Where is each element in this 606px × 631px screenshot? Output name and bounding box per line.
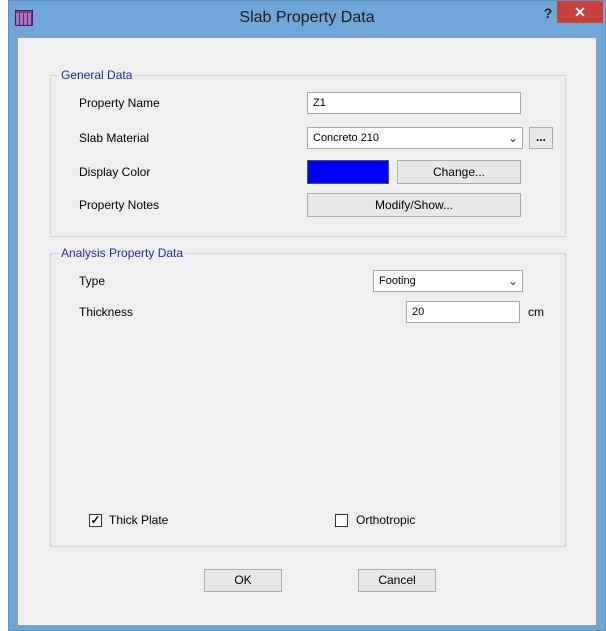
change-color-button[interactable]: Change...	[397, 160, 521, 184]
help-button[interactable]: ?	[537, 3, 559, 25]
ok-button[interactable]: OK	[204, 569, 282, 592]
modify-show-button[interactable]: Modify/Show...	[307, 193, 521, 217]
close-button[interactable]: ✕	[557, 1, 603, 23]
slab-material-value: Concreto 210	[313, 132, 380, 144]
analysis-property-title: Analysis Property Data	[59, 246, 186, 260]
chevron-down-icon: ⌄	[507, 131, 518, 145]
thick-plate-label: Thick Plate	[109, 513, 169, 527]
orthotropic-checkbox[interactable]	[335, 514, 348, 527]
checkmark-icon: ✓	[90, 513, 101, 527]
close-icon: ✕	[574, 4, 586, 20]
orthotropic-label: Orthotropic	[356, 513, 416, 527]
dialog-window: Slab Property Data ? ✕ General Data Prop…	[8, 0, 606, 631]
display-color-label: Display Color	[79, 165, 151, 179]
general-data-group: General Data Property Name Z1 Slab Mater…	[50, 68, 566, 237]
type-label: Type	[79, 274, 106, 288]
thickness-input[interactable]: 20	[406, 301, 520, 323]
display-color-swatch[interactable]	[307, 160, 389, 184]
type-select[interactable]: Footing ⌄	[373, 270, 523, 292]
cancel-button[interactable]: Cancel	[358, 569, 436, 592]
type-value: Footing	[379, 275, 416, 287]
thickness-label: Thickness	[79, 305, 134, 319]
chevron-down-icon: ⌄	[507, 274, 518, 288]
general-data-title: General Data	[59, 68, 135, 82]
slab-material-label: Slab Material	[79, 131, 150, 145]
property-name-label: Property Name	[79, 96, 160, 110]
slab-material-select[interactable]: Concreto 210 ⌄	[307, 127, 523, 149]
property-notes-label: Property Notes	[79, 198, 160, 212]
window-title: Slab Property Data	[239, 9, 375, 26]
thickness-unit: cm	[528, 305, 544, 319]
analysis-property-group: Analysis Property Data Type Footing ⌄ Th…	[50, 246, 566, 547]
thick-plate-checkbox[interactable]: ✓	[89, 514, 102, 527]
slab-material-browse-button[interactable]: ...	[529, 127, 553, 149]
property-name-input[interactable]: Z1	[307, 92, 521, 114]
dialog-client-area: General Data Property Name Z1 Slab Mater…	[17, 37, 597, 626]
title-bar[interactable]: Slab Property Data ? ✕	[9, 1, 605, 37]
